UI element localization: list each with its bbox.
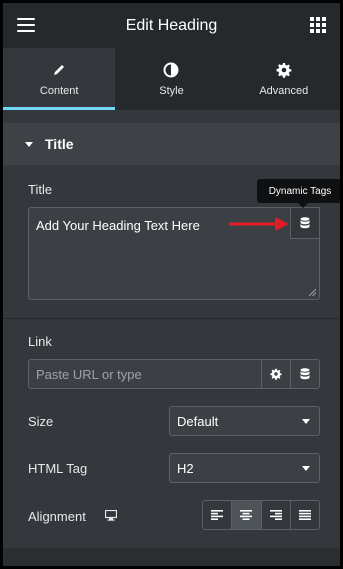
panel-title: Edit Heading xyxy=(125,16,218,34)
hamburger-menu-icon[interactable] xyxy=(17,18,35,32)
title-text-value: Add Your Heading Text Here xyxy=(36,218,200,233)
panel-tabs: Content Style Advanced xyxy=(3,48,340,110)
database-icon xyxy=(300,217,310,229)
align-justify-button[interactable] xyxy=(290,501,319,529)
section-divider xyxy=(3,318,340,319)
chevron-down-icon xyxy=(302,418,310,424)
link-field xyxy=(28,359,320,389)
align-center-button[interactable] xyxy=(232,501,262,529)
panel-bottom-strip xyxy=(3,548,340,566)
tab-content[interactable]: Content xyxy=(3,48,116,110)
chevron-down-icon xyxy=(302,465,310,471)
gear-icon xyxy=(276,62,292,78)
html-tag-select-value: H2 xyxy=(177,460,194,476)
align-justify-icon xyxy=(298,510,311,520)
html-tag-control-label: HTML Tag xyxy=(28,461,88,476)
resize-handle-icon[interactable] xyxy=(309,289,316,296)
tab-content-label: Content xyxy=(39,84,79,97)
align-right-button[interactable] xyxy=(261,501,291,529)
size-select-value: Default xyxy=(177,413,219,429)
alignment-control-label: Alignment xyxy=(28,509,86,524)
align-right-icon xyxy=(269,510,282,520)
pencil-icon xyxy=(52,62,66,78)
gear-icon xyxy=(270,368,282,380)
desktop-monitor-icon[interactable] xyxy=(105,510,117,521)
caret-down-icon xyxy=(25,141,33,147)
section-toggle-title[interactable]: Title xyxy=(3,123,340,165)
widgets-grid-icon[interactable] xyxy=(310,17,326,33)
panel-header: Edit Heading xyxy=(3,3,340,48)
link-control-label: Link xyxy=(28,334,52,349)
dynamic-tags-button[interactable] xyxy=(290,207,320,239)
title-control-label: Title xyxy=(28,182,53,197)
tab-advanced-label: Advanced xyxy=(259,84,309,97)
section-title-label: Title xyxy=(45,136,74,152)
link-options-button[interactable] xyxy=(261,360,290,388)
tab-advanced[interactable]: Advanced xyxy=(228,48,340,110)
html-tag-select[interactable]: H2 xyxy=(169,453,320,483)
tab-style-label: Style xyxy=(159,84,184,97)
align-left-button[interactable] xyxy=(203,501,233,529)
editor-panel: Edit Heading Content Style Advanced Titl… xyxy=(3,3,340,566)
align-left-icon xyxy=(211,510,224,520)
red-arrow-annotation xyxy=(229,217,289,231)
alignment-button-group xyxy=(202,500,320,530)
database-icon xyxy=(300,368,310,380)
link-dynamic-tags-button[interactable] xyxy=(290,360,319,388)
tab-style[interactable]: Style xyxy=(115,48,227,110)
size-select[interactable]: Default xyxy=(169,406,320,436)
link-url-input[interactable] xyxy=(29,360,261,388)
size-control-label: Size xyxy=(28,414,54,429)
half-circle-icon xyxy=(163,62,179,78)
align-center-icon xyxy=(240,510,253,520)
dynamic-tags-tooltip: Dynamic Tags xyxy=(257,179,340,208)
